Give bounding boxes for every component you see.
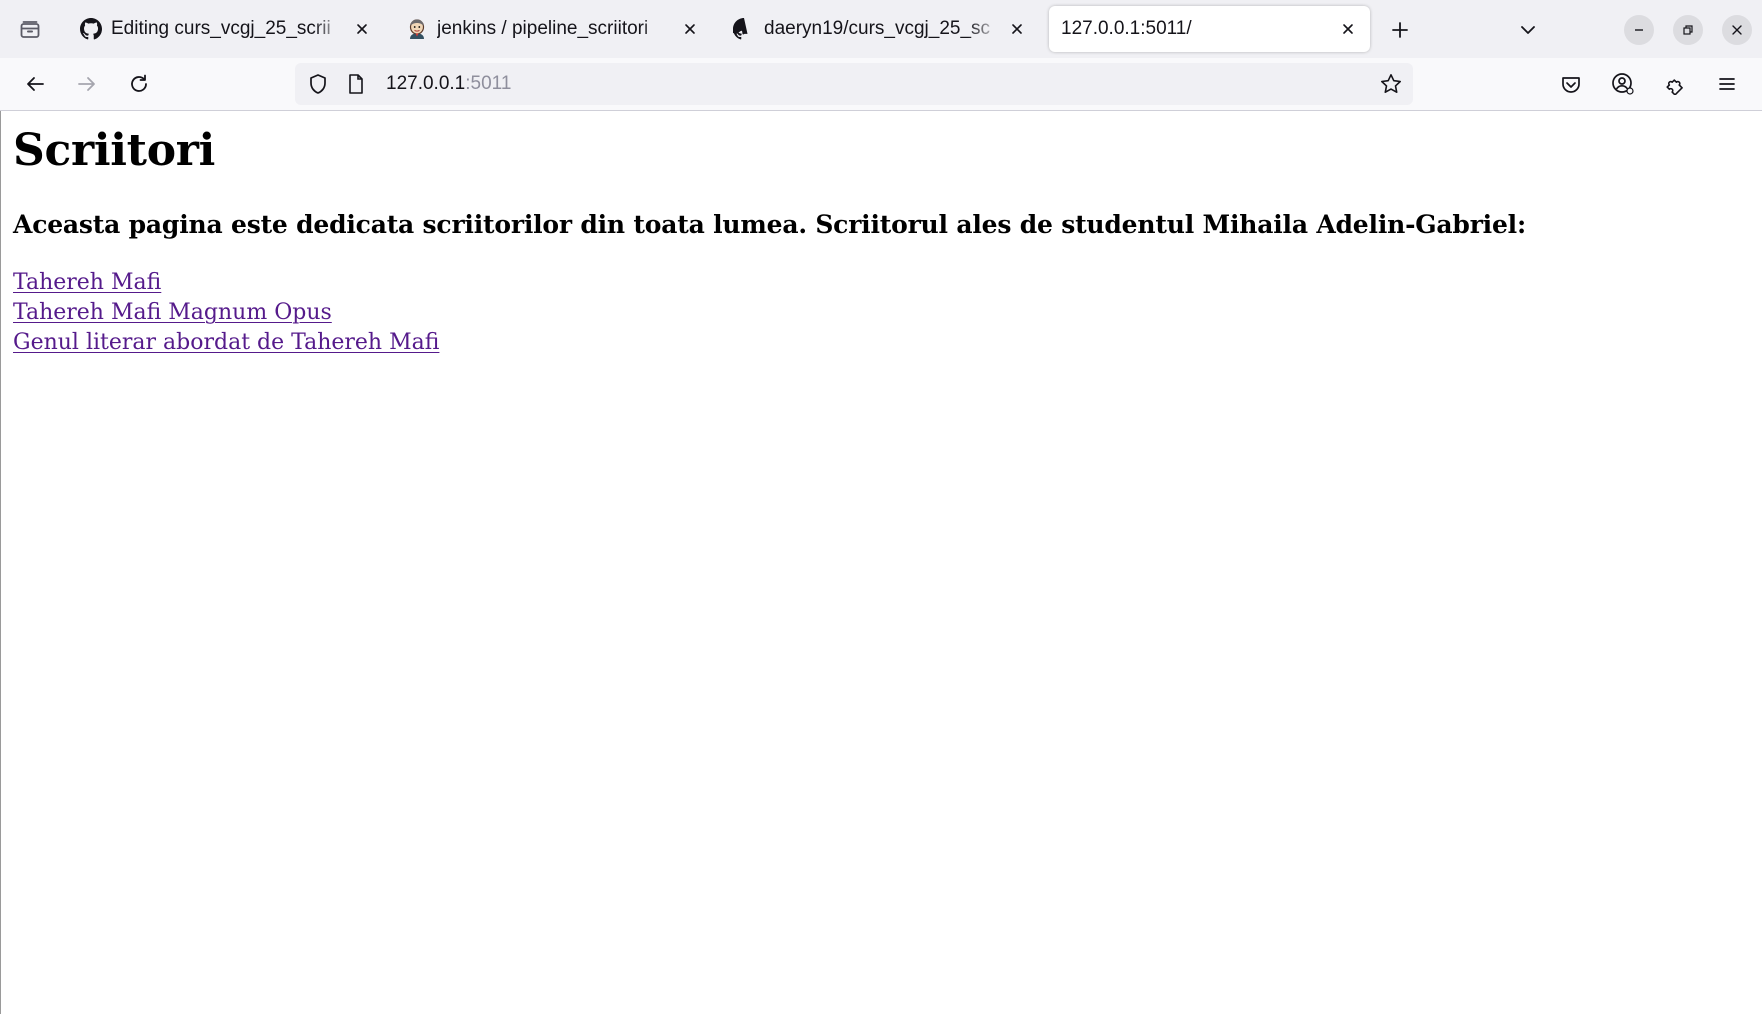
link-tahereh-mafi[interactable]: Tahereh Mafi — [13, 268, 439, 298]
close-window-button[interactable] — [1722, 15, 1752, 45]
page-content: Scriitori Aceasta pagina este dedicata s… — [0, 111, 1762, 1014]
navigation-toolbar: 127.0.0.1:5011 — [0, 58, 1762, 111]
github-icon — [80, 18, 102, 40]
link-genul-literar[interactable]: Genul literar abordat de Tahereh Mafi — [13, 328, 439, 358]
chevron-down-icon — [1518, 20, 1538, 40]
tab-title: daeryn19/curs_vcgj_25_sc — [764, 18, 991, 39]
url-host: 127.0.0.1 — [386, 73, 466, 94]
tab-editing-curs[interactable]: Editing curs_vcgj_25_scrii — [66, 6, 384, 52]
tab-title: Editing curs_vcgj_25_scrii — [111, 18, 331, 39]
menu-button[interactable] — [1707, 64, 1747, 104]
pocket-button[interactable] — [1551, 64, 1591, 104]
extensions-button[interactable] — [1655, 64, 1695, 104]
page-subtitle: Aceasta pagina este dedicata scriitorilo… — [13, 210, 1526, 239]
minimize-icon — [1633, 24, 1645, 36]
page-title: Scriitori — [13, 125, 216, 176]
firefox-view-button[interactable] — [10, 10, 50, 50]
tab-daeryn19-repo[interactable]: daeryn19/curs_vcgj_25_sc — [719, 6, 1039, 52]
tab-strip: Editing curs_vcgj_25_scrii jenkins / pip… — [0, 0, 1762, 58]
forward-button[interactable] — [67, 64, 107, 104]
arrow-right-icon — [76, 73, 98, 95]
pocket-icon — [1560, 73, 1582, 95]
account-button[interactable] — [1603, 64, 1643, 104]
close-tab-icon[interactable] — [678, 17, 702, 41]
address-bar[interactable]: 127.0.0.1:5011 — [295, 63, 1413, 105]
reload-button[interactable] — [119, 64, 159, 104]
jenkins-icon — [406, 18, 428, 40]
close-icon — [1731, 24, 1743, 36]
back-button[interactable] — [15, 64, 55, 104]
restore-button[interactable] — [1673, 15, 1703, 45]
restore-icon — [1682, 24, 1694, 36]
puzzle-icon — [1664, 73, 1686, 95]
close-tab-icon[interactable] — [1005, 17, 1029, 41]
close-tab-icon[interactable] — [1336, 17, 1360, 41]
tab-jenkins-pipeline[interactable]: jenkins / pipeline_scriitori — [392, 6, 712, 52]
url-port: :5011 — [465, 73, 512, 94]
tab-localhost-5011[interactable]: 127.0.0.1:5011/ — [1049, 6, 1370, 52]
arrow-left-icon — [24, 73, 46, 95]
link-list: Tahereh Mafi Tahereh Mafi Magnum Opus Ge… — [13, 268, 439, 358]
link-tahereh-mafi-magnum-opus[interactable]: Tahereh Mafi Magnum Opus — [13, 298, 439, 328]
hamburger-menu-icon — [1717, 74, 1737, 94]
tab-title: 127.0.0.1:5011/ — [1061, 18, 1192, 39]
page-icon[interactable] — [345, 73, 367, 95]
minimize-button[interactable] — [1624, 15, 1654, 45]
github-icon — [733, 18, 755, 40]
bookmark-star-icon[interactable] — [1377, 70, 1405, 98]
new-tab-button[interactable] — [1380, 10, 1420, 50]
tab-title: jenkins / pipeline_scriitori — [437, 18, 649, 39]
reload-icon — [128, 73, 150, 95]
url-text[interactable]: 127.0.0.1:5011 — [386, 63, 511, 105]
close-tab-icon[interactable] — [350, 17, 374, 41]
shield-icon[interactable] — [307, 73, 329, 95]
firefox-view-icon — [19, 19, 41, 41]
plus-icon — [1390, 20, 1410, 40]
list-all-tabs-button[interactable] — [1508, 10, 1548, 50]
account-icon — [1611, 72, 1635, 96]
